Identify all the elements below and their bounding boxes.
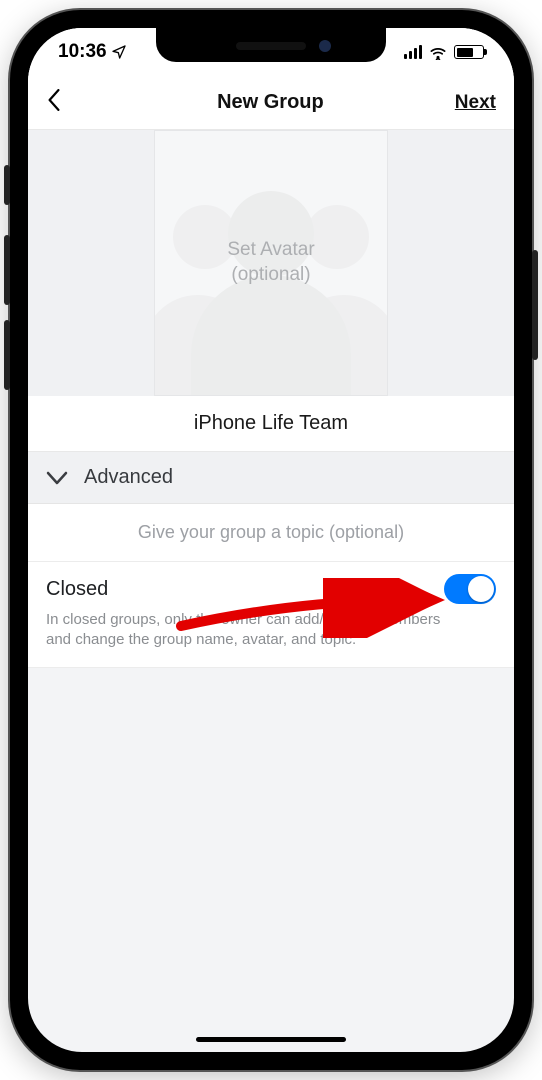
avatar-label-2: (optional) xyxy=(227,263,314,288)
advanced-toggle[interactable]: Advanced xyxy=(28,452,514,504)
chevron-down-icon xyxy=(46,471,68,485)
closed-toggle[interactable] xyxy=(444,574,496,604)
closed-description: In closed groups, only the owner can add… xyxy=(46,610,460,651)
screen: 10:36 New Group Next xyxy=(28,28,514,1052)
group-name-value: iPhone Life Team xyxy=(194,412,348,434)
avatar-label-1: Set Avatar xyxy=(227,238,314,263)
group-name-input[interactable]: iPhone Life Team xyxy=(28,396,514,452)
volume-down-button xyxy=(4,320,10,390)
closed-label: Closed xyxy=(46,578,108,601)
wifi-icon xyxy=(428,44,448,60)
advanced-label: Advanced xyxy=(84,466,173,489)
volume-up-button xyxy=(4,235,10,305)
battery-icon xyxy=(454,45,484,59)
cellular-signal-icon xyxy=(404,45,422,59)
nav-bar: New Group Next xyxy=(28,76,514,130)
mute-switch xyxy=(4,165,10,205)
topic-input[interactable]: Give your group a topic (optional) xyxy=(28,504,514,562)
phone-frame: 10:36 New Group Next xyxy=(10,10,532,1070)
back-button[interactable] xyxy=(46,89,86,116)
content: New Group Next Set Avatar (optional) xyxy=(28,76,514,1052)
avatar-box: Set Avatar (optional) xyxy=(154,130,388,396)
status-time: 10:36 xyxy=(58,41,107,63)
avatar-picker[interactable]: Set Avatar (optional) xyxy=(28,130,514,396)
power-button xyxy=(532,250,538,360)
topic-placeholder: Give your group a topic (optional) xyxy=(138,522,404,542)
location-arrow-icon xyxy=(111,44,127,60)
notch xyxy=(156,28,386,62)
avatar-label: Set Avatar (optional) xyxy=(227,238,314,287)
page-title: New Group xyxy=(217,91,324,114)
closed-row: Closed In closed groups, only the owner … xyxy=(28,562,514,668)
next-button[interactable]: Next xyxy=(455,92,496,114)
chevron-left-icon xyxy=(46,89,62,111)
